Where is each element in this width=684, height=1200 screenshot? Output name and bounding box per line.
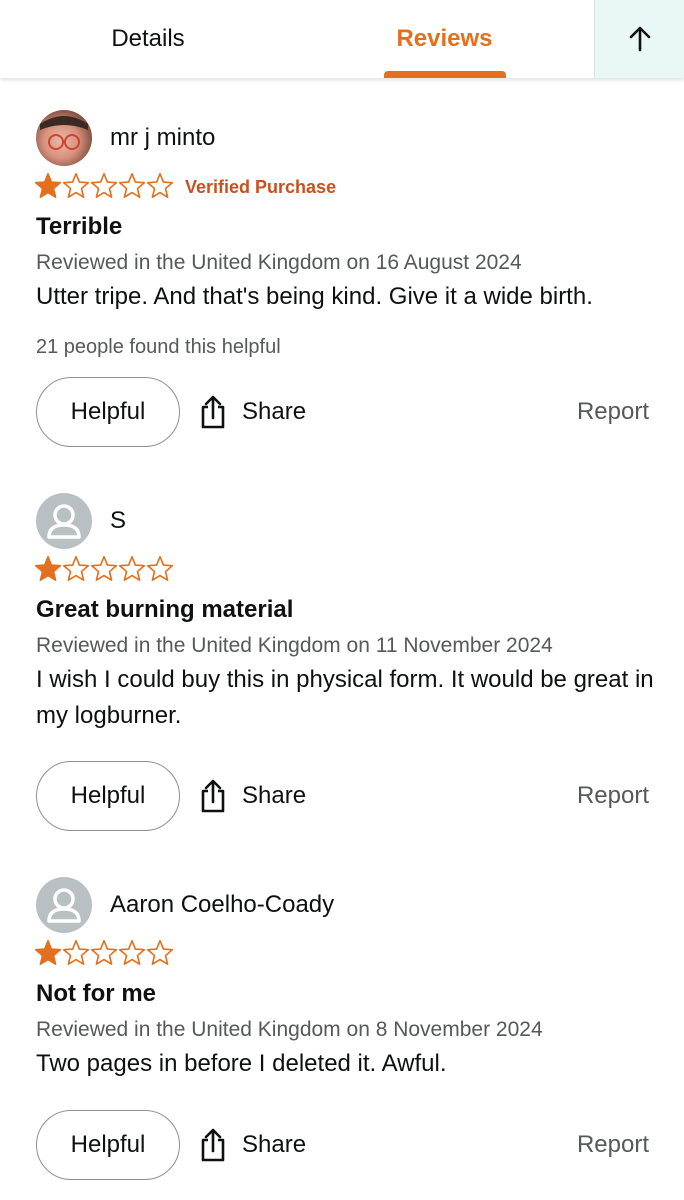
star-outline-icon (62, 172, 90, 199)
star-filled-icon (34, 555, 62, 582)
report-link[interactable]: Report (577, 377, 649, 447)
star-rating (34, 555, 174, 583)
star-rating (34, 172, 174, 200)
star-outline-icon (146, 555, 174, 582)
verified-purchase-badge: Verified Purchase (185, 177, 337, 197)
review-date: Reviewed in the United Kingdom on 11 Nov… (36, 634, 553, 657)
star-outline-icon (118, 939, 146, 966)
tab-reviews[interactable]: Reviews (296, 0, 593, 78)
helpful-button[interactable]: Helpful (36, 377, 180, 447)
share-button[interactable]: Share (198, 1110, 306, 1180)
star-outline-icon (62, 555, 90, 582)
star-outline-icon (90, 172, 118, 199)
report-link[interactable]: Report (577, 761, 649, 831)
review-title: Great burning material (36, 596, 294, 623)
star-outline-icon (118, 555, 146, 582)
review-title: Not for me (36, 980, 156, 1007)
share-icon (201, 395, 225, 429)
review-body: I wish I could buy this in physical form… (36, 666, 654, 729)
share-label: Share (242, 1131, 307, 1158)
star-outline-icon (146, 172, 174, 199)
share-icon (201, 779, 225, 813)
avatar (36, 110, 92, 166)
star-outline-icon (146, 939, 174, 966)
avatar (36, 493, 92, 549)
reviewer-name[interactable]: S (110, 507, 126, 535)
review-date: Reviewed in the United Kingdom on 8 Nove… (36, 1018, 543, 1041)
tab-bar: Details Reviews (0, 0, 684, 78)
reviewer-name[interactable]: mr j minto (110, 124, 215, 152)
profile-photo-icon (40, 116, 88, 150)
scroll-to-top-button[interactable] (594, 0, 684, 78)
avatar (36, 877, 92, 933)
share-label: Share (242, 782, 307, 809)
report-link[interactable]: Report (577, 1110, 649, 1180)
tab-reviews-label: Reviews (396, 25, 493, 52)
tab-details[interactable]: Details (0, 0, 296, 78)
arrow-up-icon (629, 26, 651, 52)
share-icon (201, 1128, 225, 1162)
helpful-button[interactable]: Helpful (36, 1110, 180, 1180)
user-icon (47, 888, 81, 923)
share-button[interactable]: Share (198, 761, 306, 831)
share-button[interactable]: Share (198, 377, 306, 447)
star-filled-icon (34, 939, 62, 966)
review-body: Utter tripe. And that's being kind. Give… (36, 283, 593, 310)
star-outline-icon (62, 939, 90, 966)
active-tab-indicator (384, 71, 506, 78)
user-icon (47, 504, 81, 539)
tab-details-label: Details (111, 25, 185, 52)
star-outline-icon (90, 939, 118, 966)
star-rating (34, 939, 174, 967)
review-date: Reviewed in the United Kingdom on 16 Aug… (36, 251, 522, 274)
star-outline-icon (90, 555, 118, 582)
review-title: Terrible (36, 213, 123, 240)
helpful-count: 21 people found this helpful (36, 336, 281, 358)
reviewer-name[interactable]: Aaron Coelho-Coady (110, 891, 334, 919)
helpful-button[interactable]: Helpful (36, 761, 180, 831)
star-filled-icon (34, 172, 62, 199)
share-label: Share (242, 398, 307, 425)
star-outline-icon (118, 172, 146, 199)
review-body: Two pages in before I deleted it. Awful. (36, 1050, 447, 1077)
